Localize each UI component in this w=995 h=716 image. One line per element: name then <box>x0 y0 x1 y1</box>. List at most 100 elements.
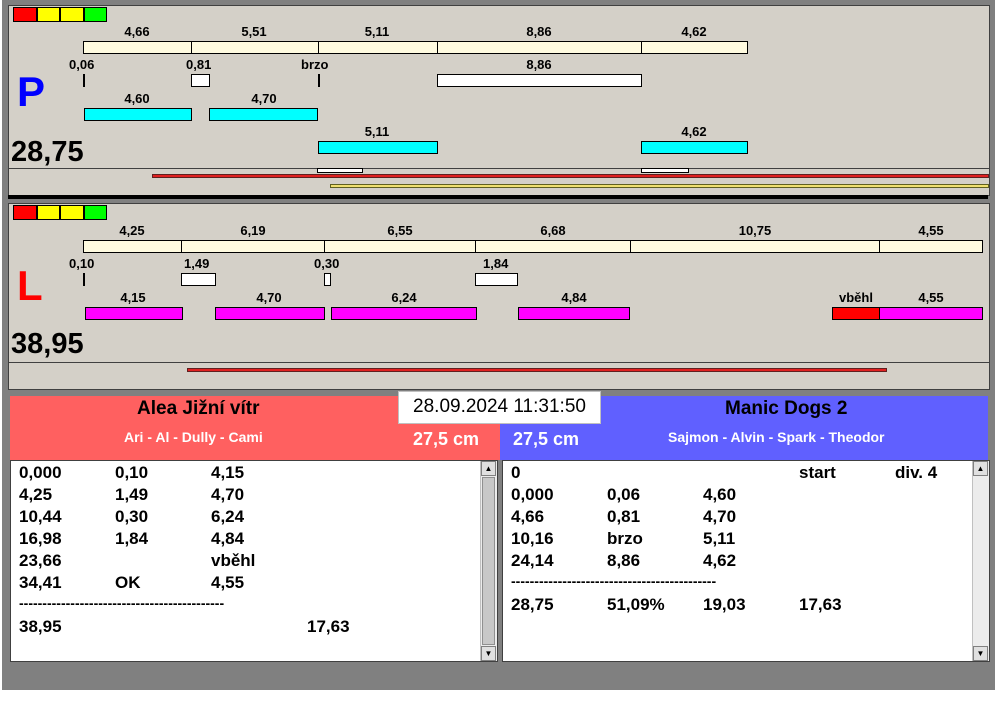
lane-p-dog-bar <box>84 108 192 121</box>
lane-l-dog-bar <box>215 307 325 320</box>
log-summary-time: 28,75 <box>511 595 554 614</box>
log-cell: OK <box>115 573 141 592</box>
log-cell: 8,86 <box>607 551 641 570</box>
light-yellow <box>60 7 84 22</box>
lane-p-run-time: 8,86 <box>526 24 552 39</box>
lane-l-dog-time: 4,15 <box>120 290 146 305</box>
log-separator: ----------------------------------------… <box>19 595 225 611</box>
lane-p-changeover: 0,81 <box>186 57 212 72</box>
lane-l-run-time: 6,19 <box>240 223 266 238</box>
log-summary-extra: 17,63 <box>799 595 842 614</box>
light-red <box>13 7 37 22</box>
left-team-height: 27,5 cm <box>413 429 480 449</box>
lane-p-dog-time: 4,60 <box>124 91 150 106</box>
right-result-log[interactable]: 0 start div. 4 0,000 0,06 4,60 4,66 0,81… <box>502 460 990 662</box>
lane-l-run-time: 6,68 <box>540 223 566 238</box>
log-cell: 4,70 <box>703 507 737 526</box>
lane-p-dog-bar <box>318 141 438 154</box>
log-cell: brzo <box>607 529 643 548</box>
lane-l-run-bar <box>475 240 631 253</box>
lane-p-dog-time: 4,62 <box>681 124 707 139</box>
right-team-name: Manic Dogs 2 <box>725 398 848 419</box>
lane-p-run-time: 4,66 <box>124 24 150 39</box>
lane-p-dog-time: 4,70 <box>251 91 277 106</box>
lane-l-changeover: 1,49 <box>184 256 210 271</box>
lane-l-changeover-bar <box>324 273 331 286</box>
log-cell: 34,41 <box>19 573 62 592</box>
lane-p-marker <box>317 168 363 173</box>
log-cell: 4,84 <box>211 529 245 548</box>
lane-p-total-time: 28,75 <box>11 136 84 168</box>
lane-l-changeover: 0,30 <box>314 256 340 271</box>
lane-l-changeover: 1,84 <box>483 256 509 271</box>
lane-l-changeover-bar <box>181 273 216 286</box>
lane-p-run-time: 5,11 <box>364 24 390 39</box>
log-cell: 4,66 <box>511 507 545 526</box>
lane-p-run-time: 5,51 <box>241 24 267 39</box>
log-separator: ----------------------------------------… <box>511 573 717 589</box>
light-red <box>13 205 37 220</box>
lane-p-run-bar <box>191 41 319 54</box>
lane-p-changeover-bar <box>437 74 642 87</box>
lane-l-run-bar <box>879 240 983 253</box>
lane-p-run-bar <box>437 41 642 54</box>
lane-p-run-bar <box>83 41 192 54</box>
lane-p-run-bar <box>318 41 438 54</box>
lane-p-changeover: brzo <box>301 57 329 72</box>
log-cell: div. 4 <box>895 463 938 482</box>
left-result-log[interactable]: 0,000 0,10 4,15 4,25 1,49 4,70 10,44 0,3… <box>10 460 498 662</box>
lane-l-changeover-bar <box>83 273 85 286</box>
lane-l-dog-bar <box>518 307 630 320</box>
lane-l-lights <box>13 205 107 220</box>
right-team-height: 27,5 cm <box>513 429 580 449</box>
scroll-down-arrow-icon[interactable]: ▼ <box>973 646 988 661</box>
lane-l-changeover: 0,10 <box>69 256 95 271</box>
lane-p-changeover: 8,86 <box>526 57 552 72</box>
left-log-scrollbar[interactable]: ▲ ▼ <box>480 461 497 661</box>
log-cell: 4,15 <box>211 463 245 482</box>
log-cell: 0,81 <box>607 507 641 526</box>
light-yellow <box>36 7 60 22</box>
log-cell: vběhl <box>211 551 256 570</box>
lane-l-total-time: 38,95 <box>11 328 84 360</box>
lane-p-lights <box>13 7 107 22</box>
log-cell: 4,25 <box>19 485 53 504</box>
log-cell: 1,84 <box>115 529 149 548</box>
log-cell: 10,44 <box>19 507 62 526</box>
lane-l-dog-time: 4,84 <box>561 290 587 305</box>
lane-l-letter: L <box>17 262 43 309</box>
scroll-up-arrow-icon[interactable]: ▲ <box>973 461 988 476</box>
lane-p-changeover: 0,06 <box>69 57 95 72</box>
log-cell: 4,55 <box>211 573 245 592</box>
log-cell: 16,98 <box>19 529 62 548</box>
right-team-dogs: Sajmon - Alvin - Spark - Theodor <box>668 429 885 445</box>
light-green <box>83 7 107 22</box>
log-cell: 4,62 <box>703 551 737 570</box>
log-cell: 1,49 <box>115 485 149 504</box>
log-cell: 23,66 <box>19 551 62 570</box>
lane-p-dog-time: 5,11 <box>364 124 390 139</box>
left-team-name: Alea Jižní vítr <box>137 398 260 419</box>
lane-l-run-time: 10,75 <box>738 223 772 238</box>
log-cell: start <box>799 463 836 482</box>
lane-p-yellow-timeline <box>330 184 989 188</box>
log-cell: 0,000 <box>511 485 554 504</box>
lane-p-changeover-bar <box>191 74 210 87</box>
log-cell: 0,06 <box>607 485 641 504</box>
lane-p-changeover-bar <box>318 74 320 87</box>
scroll-thumb[interactable] <box>482 477 495 645</box>
scroll-up-arrow-icon[interactable]: ▲ <box>481 461 496 476</box>
lane-l-run-bar <box>83 240 182 253</box>
lane-p-run-time: 4,62 <box>681 24 707 39</box>
lane-p-panel: 4,66 5,51 5,11 8,86 4,62 0,06 0,81 brzo … <box>8 5 990 196</box>
lane-l-run-time: 4,55 <box>918 223 944 238</box>
lane-l-panel: 4,25 6,19 6,55 6,68 10,75 4,55 0,10 1,49… <box>8 203 990 390</box>
log-summary-value: 19,03 <box>703 595 746 614</box>
log-summary-percent: 51,09% <box>607 595 665 614</box>
left-team-dogs: Ari - Al - Dully - Cami <box>124 429 263 445</box>
scroll-down-arrow-icon[interactable]: ▼ <box>481 646 496 661</box>
lane-l-dog-bar <box>331 307 477 320</box>
right-log-scrollbar[interactable]: ▲ ▼ <box>972 461 989 661</box>
log-cell: 24,14 <box>511 551 554 570</box>
lane-l-dog-bar <box>879 307 983 320</box>
